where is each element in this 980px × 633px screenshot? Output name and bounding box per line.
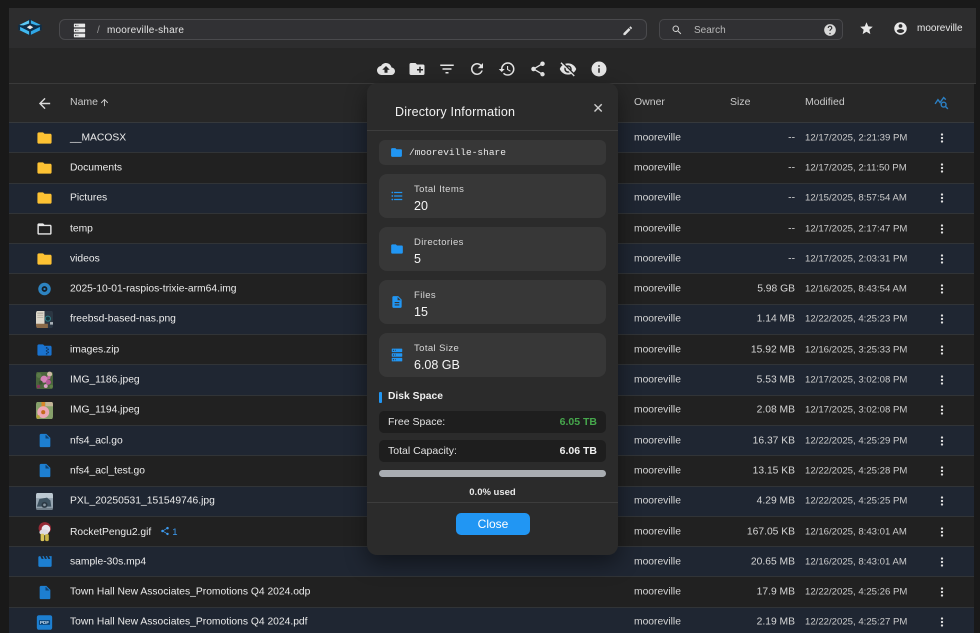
svg-text:PDF: PDF (40, 620, 49, 625)
